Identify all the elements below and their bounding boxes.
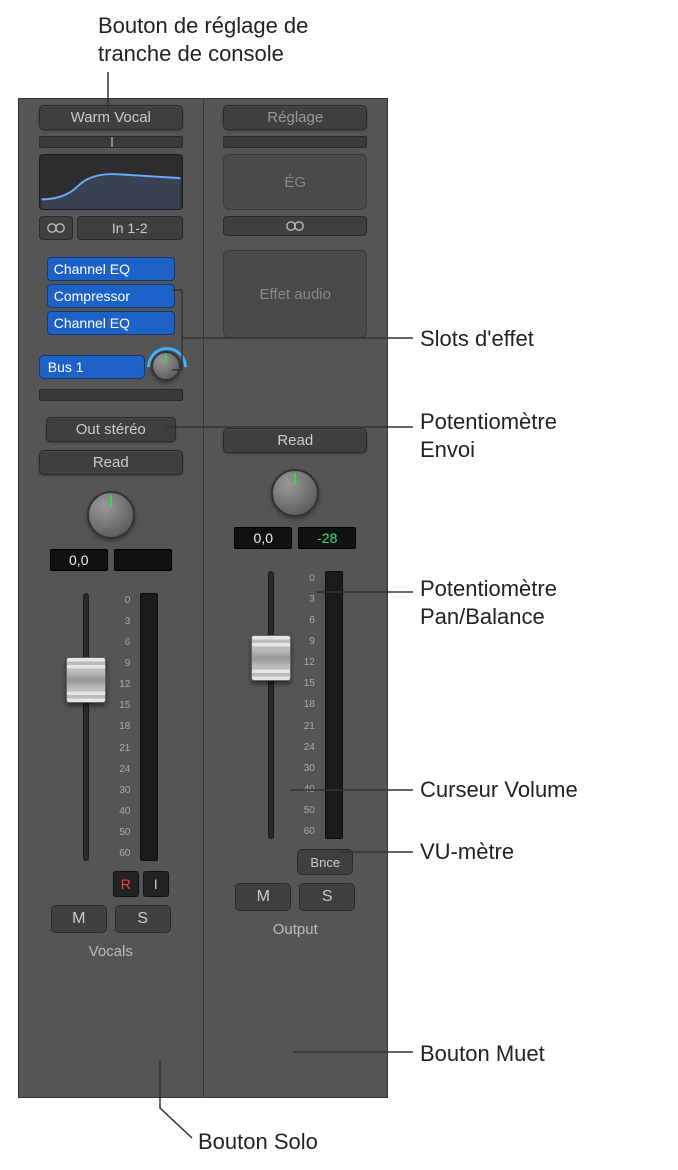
input-selector[interactable]: In 1-2 — [77, 216, 183, 240]
callout-setting-button: Bouton de réglage de tranche de console — [98, 12, 308, 67]
send-slot-empty[interactable] — [39, 389, 183, 401]
mute-button[interactable]: M — [51, 905, 107, 933]
bounce-button[interactable]: Bnce — [297, 849, 353, 875]
fader-section: 0369121518212430405060 — [223, 571, 367, 839]
volume-fader[interactable] — [63, 593, 109, 861]
callout-solo-button: Bouton Solo — [198, 1128, 318, 1156]
send-bus-button[interactable]: Bus 1 — [39, 355, 145, 379]
stereo-mode-button[interactable] — [223, 216, 367, 236]
pan-value-display[interactable]: 0,0 — [234, 527, 292, 549]
fader-section: 0369121518212430405060 — [39, 593, 183, 861]
fader-scale: 0369121518212430405060 — [304, 571, 315, 839]
channel-name[interactable]: Output — [273, 921, 318, 938]
record-enable-button[interactable]: R — [113, 871, 139, 897]
mixer-panel: Warm Vocal In 1-2 Channel EQ Compressor … — [18, 98, 388, 1098]
pan-value-display[interactable]: 0,0 — [50, 549, 108, 571]
channel-strip-output: Réglage ÉG Effet audio Read 0,0 -28 0369… — [203, 99, 388, 1097]
volume-fader[interactable] — [248, 571, 294, 839]
level-meter — [325, 571, 343, 839]
peak-value-display[interactable]: -28 — [298, 527, 356, 549]
stereo-icon — [286, 220, 304, 232]
callout-pan-knob: Potentiomètre Pan/Balance — [420, 575, 557, 630]
channel-strip-vocals: Warm Vocal In 1-2 Channel EQ Compressor … — [19, 99, 203, 1097]
eq-thumbnail[interactable] — [39, 154, 183, 210]
send-level-knob[interactable] — [151, 351, 183, 383]
setting-button[interactable]: Warm Vocal — [39, 105, 183, 130]
level-meter — [140, 593, 158, 861]
peak-value-display[interactable] — [114, 549, 172, 571]
input-monitor-button[interactable]: I — [143, 871, 169, 897]
callout-vu-meter: VU-mètre — [420, 838, 514, 866]
mute-button[interactable]: M — [235, 883, 291, 911]
stereo-icon — [47, 222, 65, 234]
pan-knob[interactable] — [271, 469, 319, 517]
eq-placeholder[interactable]: ÉG — [223, 154, 367, 210]
setting-button[interactable]: Réglage — [223, 105, 367, 130]
pan-knob[interactable] — [87, 491, 135, 539]
automation-mode-button[interactable]: Read — [39, 450, 183, 475]
solo-button[interactable]: S — [115, 905, 171, 933]
automation-mode-button[interactable]: Read — [223, 428, 367, 453]
gain-reduction-meter — [39, 136, 183, 148]
effect-slot[interactable]: Channel EQ — [47, 257, 175, 281]
fader-scale: 0369121518212430405060 — [119, 593, 130, 861]
callout-effect-slots: Slots d'effet — [420, 325, 534, 353]
output-selector[interactable]: Out stéréo — [46, 417, 176, 442]
channel-name[interactable]: Vocals — [89, 943, 133, 960]
stereo-mode-button[interactable] — [39, 216, 73, 240]
gain-reduction-meter — [223, 136, 367, 148]
solo-button[interactable]: S — [299, 883, 355, 911]
callout-volume-fader: Curseur Volume — [420, 776, 578, 804]
callout-mute-button: Bouton Muet — [420, 1040, 545, 1068]
effect-slot[interactable]: Compressor — [47, 284, 175, 308]
effect-slot[interactable]: Channel EQ — [47, 311, 175, 335]
audio-fx-placeholder[interactable]: Effet audio — [223, 250, 367, 338]
callout-send-knob: Potentiomètre Envoi — [420, 408, 557, 463]
